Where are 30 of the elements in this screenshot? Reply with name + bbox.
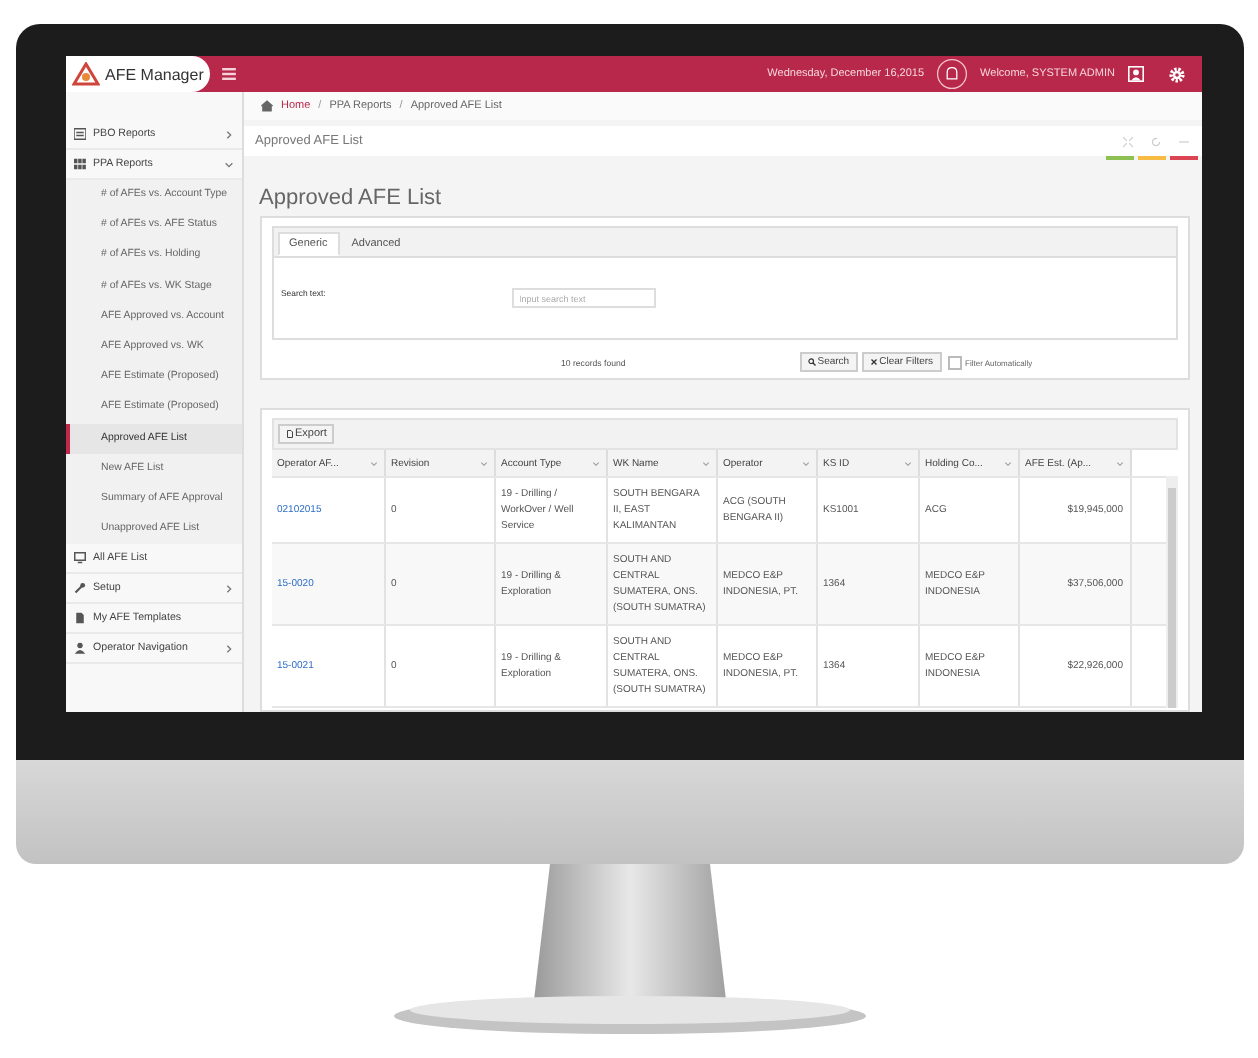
scrollbar[interactable]	[1165, 476, 1177, 708]
page-heading: Approved AFE List	[259, 186, 444, 210]
chevron-down-icon	[1003, 459, 1011, 467]
user-icon	[73, 642, 85, 655]
chevron-down-icon	[369, 459, 377, 467]
checkbox[interactable]	[947, 355, 962, 369]
file-icon	[73, 612, 85, 625]
chevron-down-icon	[801, 459, 809, 467]
wrench-icon	[73, 582, 85, 595]
refresh-icon[interactable]	[1149, 135, 1161, 147]
chevron-down-icon	[903, 459, 911, 467]
settings-icon[interactable]	[1167, 65, 1185, 83]
chevron-down-icon	[479, 459, 487, 467]
user-icon[interactable]	[1127, 66, 1143, 82]
grid-icon	[73, 158, 85, 170]
minimize-icon[interactable]	[1177, 135, 1189, 147]
close-icon	[869, 358, 878, 366]
app-name: AFE Manager	[105, 65, 204, 83]
search-icon	[807, 358, 816, 366]
chevron-down-icon	[1115, 459, 1123, 467]
chevron-down-icon	[701, 459, 709, 467]
list-icon	[73, 128, 85, 140]
file-icon	[285, 430, 293, 438]
chevron-down-icon	[591, 459, 599, 467]
expand-icon[interactable]	[1121, 135, 1133, 147]
triangle-logo-icon	[71, 62, 99, 86]
menu-icon[interactable]	[221, 68, 235, 80]
home-icon	[259, 100, 273, 112]
bell-icon[interactable]	[936, 58, 969, 90]
monitor-icon	[73, 552, 85, 565]
